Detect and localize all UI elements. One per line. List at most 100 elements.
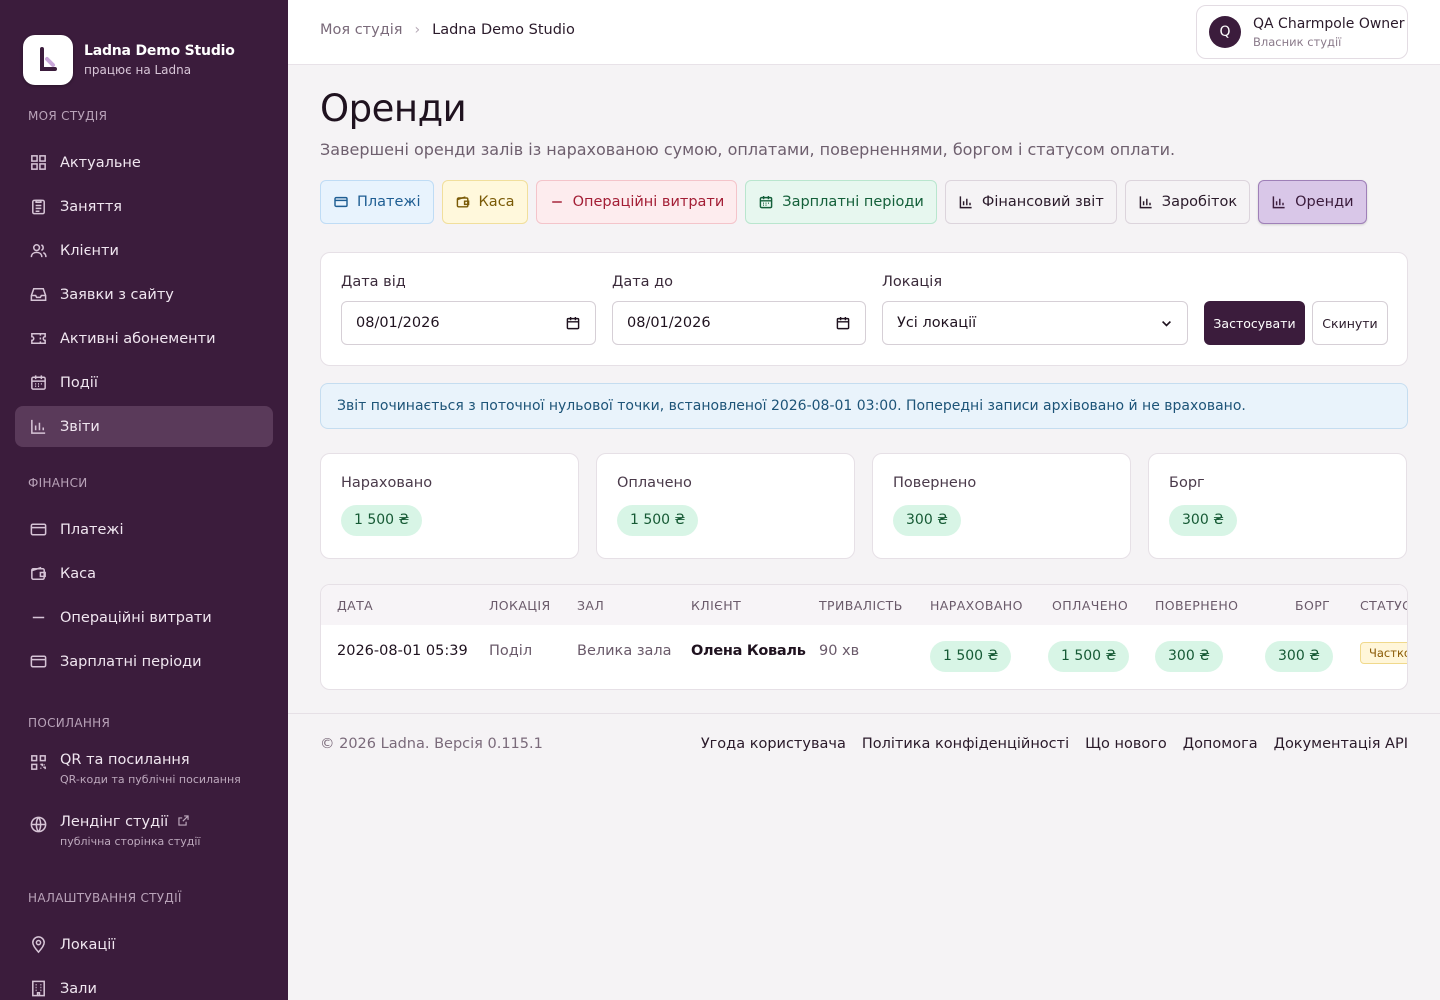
tab-operating-expenses[interactable]: Операційні витрати <box>535 180 738 224</box>
section-label-my-studio: Моя студія <box>28 109 108 123</box>
avatar: Q <box>1209 16 1241 48</box>
main-content: Оренди Завершені оренди залів із нарахов… <box>320 65 1408 690</box>
building-icon <box>28 979 48 999</box>
tab-financial-report[interactable]: Фінансовий звіт <box>944 180 1117 224</box>
location-group: Локація Усі локації <box>882 274 1188 345</box>
column-header-date[interactable]: ДАТА <box>337 598 373 613</box>
column-header-refunded[interactable]: ПОВЕРНЕНО <box>1155 598 1238 613</box>
stats-row: Нараховано 1 500 ₴ Оплачено 1 500 ₴ Пове… <box>320 453 1408 559</box>
sidebar-item-halls[interactable]: Зали <box>15 968 273 1000</box>
sidebar-item-locations[interactable]: Локації <box>15 924 273 965</box>
sidebar-item-classes[interactable]: Заняття <box>15 186 273 227</box>
tab-label: Фінансовий звіт <box>981 194 1104 210</box>
sidebar-item-events[interactable]: Події <box>15 362 273 403</box>
wallet-icon <box>456 196 469 208</box>
cell-location: Поділ <box>489 643 533 659</box>
section-label-finance: Фінанси <box>28 476 88 490</box>
stat-label: Оплачено <box>617 475 692 491</box>
globe-icon <box>28 814 48 834</box>
stat-value: 1 500 ₴ <box>617 505 699 536</box>
cell-debt: 300 ₴ <box>1265 641 1334 672</box>
sidebar-item-label: Операційні витрати <box>60 609 212 626</box>
logo-icon <box>23 34 73 85</box>
wallet-icon <box>28 564 48 584</box>
breadcrumb: Моя студія › Ladna Demo Studio <box>320 22 575 38</box>
footer-link-whats-new[interactable]: Що нового <box>1085 736 1167 752</box>
sidebar-item-landing[interactable]: Лендінг студії публічна сторінка студії <box>15 807 273 863</box>
user-menu[interactable]: Q QA Charmpole Owner Власник студії <box>1196 5 1408 59</box>
tab-label: Платежі <box>357 194 421 210</box>
bar-chart-icon <box>1139 196 1152 209</box>
date-from-value: 08/01/2026 <box>356 315 440 331</box>
ticket-icon <box>28 329 48 349</box>
column-header-hall[interactable]: ЗАЛ <box>577 598 604 613</box>
table-row[interactable]: 2026-08-01 05:39 Поділ Велика зала Олена… <box>321 625 1407 689</box>
footer: © 2026 Ladna. Версія 0.115.1 Угода корис… <box>288 713 1440 773</box>
column-header-client[interactable]: КЛІЄНТ <box>691 598 741 613</box>
tab-label: Оренди <box>1295 194 1354 210</box>
location-select[interactable]: Усі локації <box>882 301 1188 345</box>
apply-button[interactable]: Застосувати <box>1204 301 1305 345</box>
sidebar-item-current[interactable]: Актуальне <box>15 142 273 183</box>
credit-card-icon <box>28 652 48 672</box>
cell-refunded: 300 ₴ <box>1155 641 1224 672</box>
sidebar-item-site-requests[interactable]: Заявки з сайту <box>15 274 273 315</box>
sidebar-item-sub: публічна сторінка студії <box>60 835 201 848</box>
tab-rentals[interactable]: Оренди <box>1258 180 1367 224</box>
sidebar-item-label: Події <box>60 374 98 391</box>
tab-cash[interactable]: Каса <box>441 180 528 224</box>
table-header: ДАТА ЛОКАЦІЯ ЗАЛ КЛІЄНТ ТРИВАЛІСТЬ НАРАХ… <box>321 585 1407 625</box>
sidebar-item-payments[interactable]: Платежі <box>15 509 273 550</box>
users-icon <box>28 241 48 261</box>
date-to-input[interactable]: 08/01/2026 <box>612 301 866 345</box>
sidebar-item-clients[interactable]: Клієнти <box>15 230 273 271</box>
calendar-icon[interactable] <box>565 315 581 331</box>
column-header-debt[interactable]: БОРГ <box>1295 598 1330 613</box>
sidebar-item-label: Активні абонементи <box>60 330 216 347</box>
stat-card-debt: Борг 300 ₴ <box>1148 453 1407 559</box>
date-from-label: Дата від <box>341 274 406 290</box>
tab-payments[interactable]: Платежі <box>320 180 434 224</box>
sidebar-item-label: Актуальне <box>60 154 141 171</box>
credit-card-icon <box>334 196 348 208</box>
tab-salary-periods[interactable]: Зарплатні періоди <box>745 180 937 224</box>
column-header-charged[interactable]: НАРАХОВАНО <box>930 598 1023 613</box>
breadcrumb-link[interactable]: Моя студія <box>320 22 403 38</box>
calendar-icon <box>28 373 48 393</box>
stat-label: Борг <box>1169 475 1205 491</box>
brand[interactable]: Ladna Demo Studio працює на Ladna <box>0 0 288 96</box>
bar-chart-icon <box>959 196 972 209</box>
breadcrumb-current: Ladna Demo Studio <box>432 22 575 38</box>
sidebar-item-label: Заявки з сайту <box>60 286 174 303</box>
calendar-icon[interactable] <box>835 315 851 331</box>
date-to-label: Дата до <box>612 274 674 290</box>
date-from-group: Дата від 08/01/2026 <box>341 274 596 345</box>
reset-button[interactable]: Скинути <box>1312 301 1388 345</box>
tab-earnings[interactable]: Заробіток <box>1124 180 1251 224</box>
stat-value: 1 500 ₴ <box>341 505 423 536</box>
column-header-duration[interactable]: ТРИВАЛІСТЬ <box>819 598 903 613</box>
stat-card-charged: Нараховано 1 500 ₴ <box>320 453 579 559</box>
sidebar-item-reports[interactable]: Звіти <box>15 406 273 447</box>
sidebar-item-active-memberships[interactable]: Активні абонементи <box>15 318 273 359</box>
map-pin-icon <box>28 935 48 955</box>
footer-link-api-docs[interactable]: Документація API <box>1274 736 1408 752</box>
location-value: Усі локації <box>897 315 977 331</box>
date-from-input[interactable]: 08/01/2026 <box>341 301 596 345</box>
footer-link-help[interactable]: Допомога <box>1183 736 1258 752</box>
grid-icon <box>28 153 48 173</box>
column-header-status[interactable]: СТАТУС <box>1360 598 1407 613</box>
stat-value: 300 ₴ <box>1169 505 1238 536</box>
column-header-paid[interactable]: ОПЛАЧЕНО <box>1052 598 1128 613</box>
sidebar-item-cash[interactable]: Каса <box>15 553 273 594</box>
footer-link-terms[interactable]: Угода користувача <box>701 736 846 752</box>
sidebar-item-label: Зали <box>60 980 97 997</box>
sidebar-item-operating-expenses[interactable]: Операційні витрати <box>15 597 273 638</box>
sidebar-item-qr-links[interactable]: QR та посилання QR-коди та публічні поси… <box>15 745 273 801</box>
column-header-location[interactable]: ЛОКАЦІЯ <box>489 598 551 613</box>
sidebar-item-label: Заняття <box>60 198 123 215</box>
cell-duration: 90 хв <box>819 643 860 659</box>
footer-link-privacy[interactable]: Політика конфіденційності <box>862 736 1069 752</box>
sidebar-item-salary-periods[interactable]: Зарплатні періоди <box>15 641 273 682</box>
cell-client[interactable]: Олена Коваль <box>691 643 806 659</box>
